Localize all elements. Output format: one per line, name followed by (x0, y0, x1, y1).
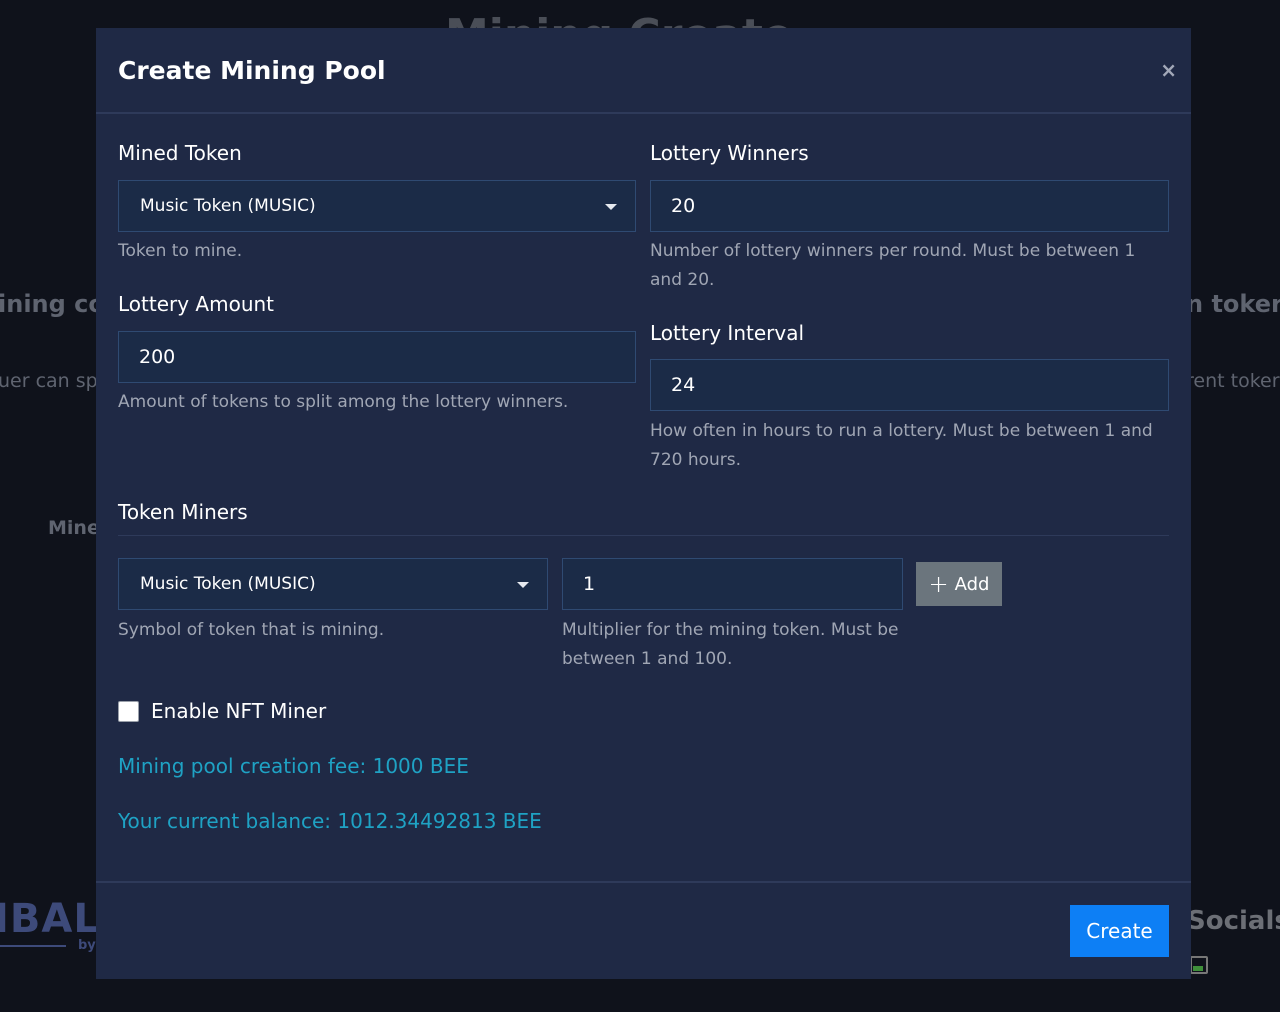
background-socials-heading: Socials (1187, 906, 1280, 936)
mined-token-label: Mined Token (118, 141, 242, 165)
lottery-winners-help: Number of lottery winners per round. Mus… (650, 241, 1136, 290)
chevron-down-icon (517, 582, 529, 588)
enable-nft-miner-label[interactable]: Enable NFT Miner (151, 699, 326, 723)
background-left-heading: ining co (0, 290, 105, 318)
multiplier-value: 1 (583, 573, 596, 595)
background-logo-underline (0, 945, 66, 947)
background-right-heading: n toker (1186, 290, 1280, 318)
mined-token-selected-value: Music Token (MUSIC) (140, 196, 316, 216)
lottery-winners-value: 20 (671, 195, 696, 217)
token-miners-section-title: Token Miners (118, 500, 248, 524)
chevron-down-icon (605, 204, 617, 210)
miner-token-select[interactable]: Music Token (MUSIC) (118, 558, 548, 610)
token-miners-divider (118, 535, 1169, 536)
background-mine-label: Mine (48, 517, 100, 539)
lottery-winners-label: Lottery Winners (650, 141, 809, 165)
modal-header: Create Mining Pool × (96, 28, 1191, 114)
modal-title: Create Mining Pool (118, 55, 386, 85)
background-left-paragraph: uer can sp (0, 370, 98, 392)
add-miner-button[interactable]: + Add (916, 562, 1002, 606)
lottery-interval-input[interactable]: 24 (650, 359, 1169, 411)
plus-icon: + (928, 570, 949, 598)
lottery-amount-value: 200 (139, 346, 176, 368)
lottery-interval-label: Lottery Interval (650, 321, 805, 345)
miner-token-help: Symbol of token that is mining. (118, 620, 385, 640)
lottery-interval-help: How often in hours to run a lottery. Mus… (650, 421, 1153, 470)
enable-nft-miner-checkbox[interactable] (118, 701, 139, 722)
background-logo-by: by (78, 938, 96, 953)
current-balance-text: Your current balance: 1012.34492813 BEE (118, 809, 542, 833)
add-button-label: Add (954, 573, 990, 595)
lottery-amount-label: Lottery Amount (118, 292, 275, 316)
miner-token-selected-value: Music Token (MUSIC) (140, 574, 316, 594)
background-right-paragraph: rent toker (1186, 370, 1280, 392)
lottery-winners-input[interactable]: 20 (650, 180, 1169, 232)
footer-divider (96, 881, 1191, 883)
lottery-amount-input[interactable]: 200 (118, 331, 636, 383)
lottery-interval-value: 24 (671, 374, 696, 396)
mined-token-select[interactable]: Music Token (MUSIC) (118, 180, 636, 232)
creation-fee-text: Mining pool creation fee: 1000 BEE (118, 754, 469, 778)
create-mining-pool-modal: Create Mining Pool × Mined Token Music T… (96, 28, 1191, 979)
mined-token-help: Token to mine. (118, 241, 243, 261)
create-button[interactable]: Create (1070, 905, 1169, 957)
lottery-amount-help: Amount of tokens to split among the lott… (118, 392, 569, 412)
multiplier-input[interactable]: 1 (562, 558, 903, 610)
broken-image-icon (1190, 956, 1208, 974)
multiplier-help: Multiplier for the mining token. Must be… (562, 620, 899, 669)
close-icon[interactable]: × (1160, 58, 1177, 82)
